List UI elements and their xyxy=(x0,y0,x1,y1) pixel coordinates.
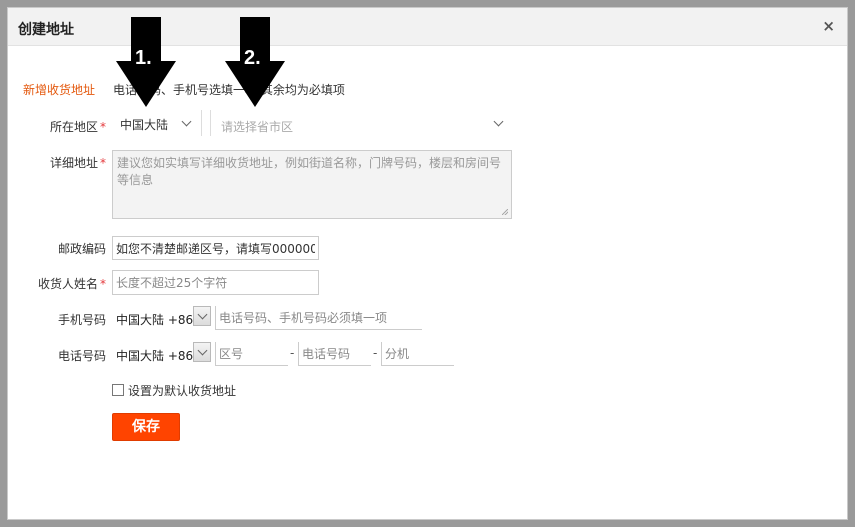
country-select-value: 中国大陆 xyxy=(120,118,169,132)
detail-label: 详细地址 * xyxy=(49,156,106,170)
phone-country-value: 中国大陆 +86 xyxy=(116,349,194,363)
required-marker: * xyxy=(100,156,106,170)
save-button[interactable]: 保存 xyxy=(112,413,180,441)
mobile-label: 手机号码 xyxy=(57,313,106,327)
mobile-country-dropdown[interactable] xyxy=(193,306,211,326)
default-address-label[interactable]: 设置为默认收货地址 xyxy=(128,382,236,399)
phone-country-select[interactable]: 中国大陆 +86 xyxy=(112,342,212,366)
chevron-down-icon xyxy=(197,345,208,356)
phone-number-input[interactable] xyxy=(298,342,371,366)
area-select-placeholder: 请选择省市区 xyxy=(221,120,294,134)
chevron-down-icon xyxy=(493,116,504,127)
postcode-label: 邮政编码 xyxy=(57,242,106,256)
required-marker: * xyxy=(100,277,106,291)
chevron-down-icon xyxy=(181,116,192,127)
phone-separator: - xyxy=(373,346,378,360)
phone-area-input[interactable] xyxy=(215,342,288,366)
phone-label: 电话号码 xyxy=(57,349,106,363)
chevron-down-icon xyxy=(197,309,208,320)
required-marker: * xyxy=(100,120,106,134)
area-select[interactable]: 请选择省市区 xyxy=(213,110,508,136)
mobile-country-value: 中国大陆 +86 xyxy=(116,313,194,327)
mobile-country-select[interactable]: 中国大陆 +86 xyxy=(112,306,212,330)
recipient-label: 收货人姓名 * xyxy=(37,277,106,291)
arrow-label-1: 1. xyxy=(135,47,152,69)
phone-country-dropdown[interactable] xyxy=(193,342,211,362)
close-icon[interactable]: × xyxy=(822,17,835,35)
default-address-checkbox[interactable] xyxy=(112,384,124,396)
mobile-input[interactable] xyxy=(215,306,422,330)
resize-grip-icon[interactable] xyxy=(502,209,508,215)
postcode-input[interactable] xyxy=(112,236,319,260)
detail-address-textarea[interactable] xyxy=(112,150,512,219)
arrow-label-2: 2. xyxy=(244,47,261,69)
region-label: 所在地区 * xyxy=(49,120,106,134)
dialog-title: 创建地址 xyxy=(18,22,74,38)
section-title: 新增收货地址 xyxy=(23,83,96,97)
phone-separator: - xyxy=(290,346,295,360)
country-select[interactable]: 中国大陆 xyxy=(112,110,202,136)
phone-ext-input[interactable] xyxy=(381,342,454,366)
recipient-name-input[interactable] xyxy=(112,270,319,295)
region-divider xyxy=(210,110,211,136)
